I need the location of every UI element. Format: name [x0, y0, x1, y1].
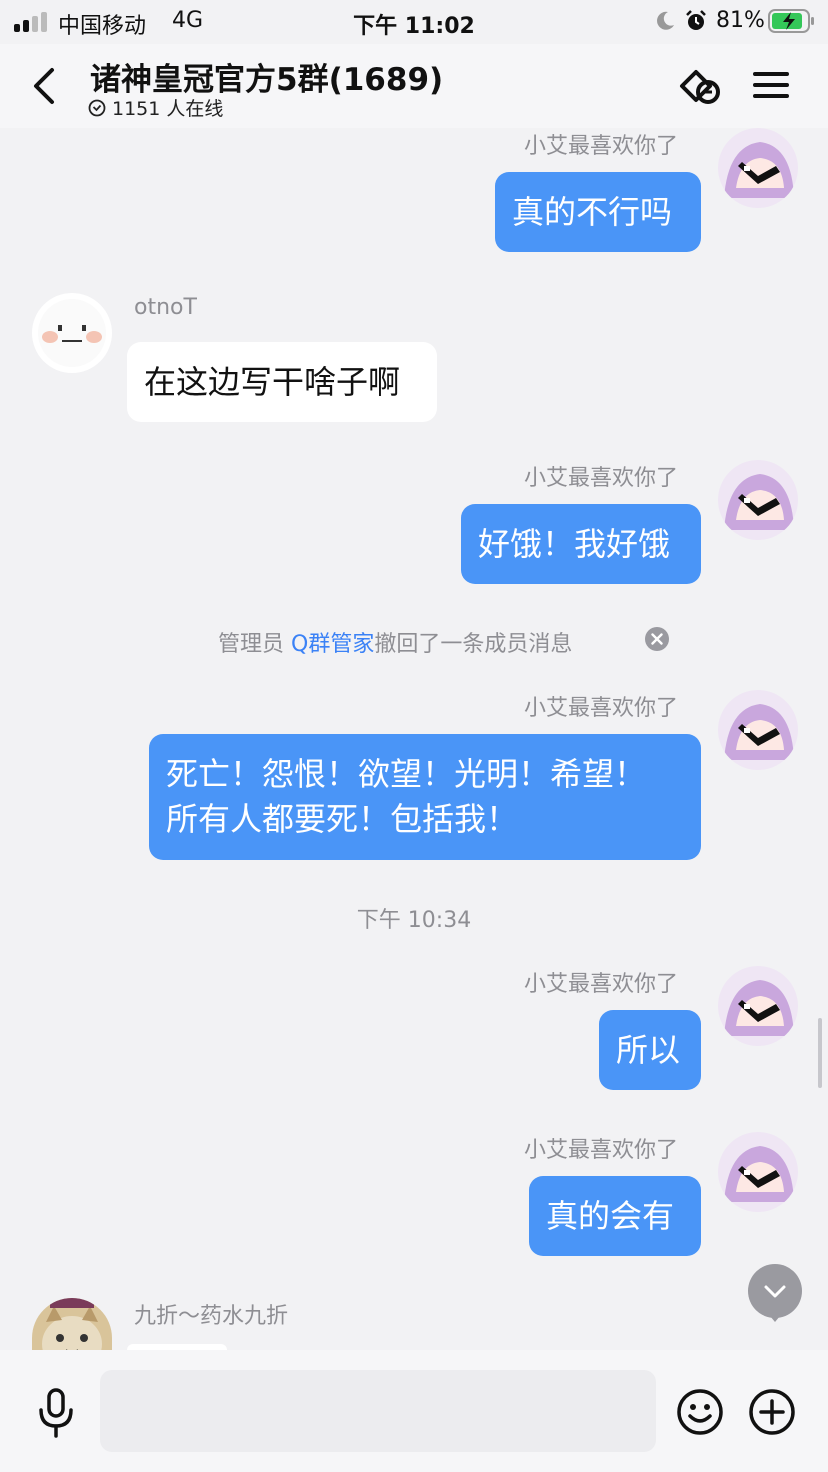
system-suffix: 撤回了一条成员消息	[374, 632, 573, 657]
online-label: 1151 人在线	[112, 98, 224, 120]
sender-name: 小艾最喜欢你了	[524, 466, 679, 491]
menu-icon[interactable]	[752, 66, 790, 104]
scrollbar[interactable]	[818, 1018, 822, 1088]
close-icon[interactable]	[644, 626, 670, 652]
plus-icon[interactable]	[748, 1388, 796, 1436]
sender-name: 小艾最喜欢你了	[524, 696, 679, 721]
sender-name: 小艾最喜欢你了	[524, 972, 679, 997]
sender-name: 小艾最喜欢你了	[524, 1138, 679, 1163]
anime-avatar-icon	[718, 690, 798, 770]
battery-percent: 81%	[716, 8, 765, 33]
avatar-other[interactable]	[32, 1298, 112, 1350]
avatar-other[interactable]	[32, 293, 112, 373]
message-bubble[interactable]: 好饿！我好饿	[461, 504, 701, 584]
avatar-self[interactable]	[718, 128, 798, 208]
anime-avatar-icon	[718, 128, 798, 208]
avatar-self[interactable]	[718, 966, 798, 1046]
chat-header: 诸神皇冠官方5群(1689) 1151 人在线	[0, 44, 828, 128]
message-bubble[interactable]: 真的不行吗	[495, 172, 701, 252]
avatar-self[interactable]	[718, 460, 798, 540]
group-link-icon[interactable]	[676, 62, 726, 112]
system-prefix: 管理员	[218, 632, 291, 657]
group-title[interactable]: 诸神皇冠官方5群(1689)	[90, 54, 443, 99]
message-bubble[interactable]: 真的会有	[529, 1176, 701, 1256]
input-bar	[0, 1350, 828, 1472]
face-avatar-icon	[32, 293, 112, 373]
anime-avatar-icon	[718, 460, 798, 540]
online-count[interactable]: 1151 人在线	[88, 94, 223, 121]
back-icon[interactable]	[28, 64, 62, 108]
message-input[interactable]	[100, 1370, 656, 1452]
anime-avatar-icon	[718, 966, 798, 1046]
message-bubble[interactable]: 在这边写干啥子啊	[127, 342, 437, 422]
battery-charging-icon	[768, 9, 814, 33]
timestamp: 下午 10:34	[356, 908, 472, 933]
message-line: 死亡！怨恨！欲望！光明！希望！	[166, 755, 647, 793]
message-line: 所有人都要死！包括我！	[166, 800, 519, 838]
alarm-icon	[686, 10, 706, 30]
status-bar: 中国移动 4G 下午 11:02 81%	[0, 0, 828, 44]
online-check-icon	[88, 99, 106, 116]
sender-name: 小艾最喜欢你了	[524, 134, 679, 159]
sender-name: otnoT	[134, 295, 197, 320]
microphone-icon[interactable]	[36, 1388, 76, 1438]
emoji-icon[interactable]	[676, 1388, 724, 1436]
admin-link[interactable]: Q群管家	[291, 632, 374, 657]
sender-name: 九折～药水九折	[134, 1304, 289, 1329]
message-bubble[interactable]: 所以	[599, 1010, 701, 1090]
moon-icon	[657, 11, 674, 30]
avatar-self[interactable]	[718, 1132, 798, 1212]
avatar-self[interactable]	[718, 690, 798, 770]
scroll-down-button[interactable]	[748, 1264, 802, 1322]
message-bubble[interactable]: 死亡！怨恨！欲望！光明！希望！ 所有人都要死！包括我！	[149, 734, 701, 860]
anime-avatar-icon	[718, 1132, 798, 1212]
cat-avatar-icon	[32, 1298, 112, 1350]
